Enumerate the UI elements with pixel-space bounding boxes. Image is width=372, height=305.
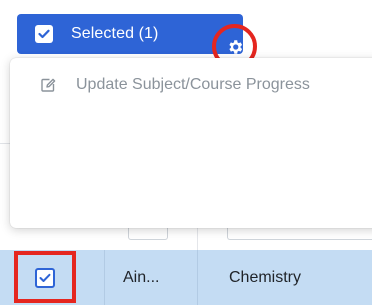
menu-item-update-progress[interactable]: Update Subject/Course Progress [40, 76, 310, 94]
student-name-cell: Ain... [123, 269, 160, 286]
check-icon [38, 29, 50, 39]
actions-menu: Update Subject/Course Progress [10, 58, 372, 228]
menu-item-label: Update Subject/Course Progress [76, 76, 310, 93]
row-checkbox[interactable] [35, 268, 55, 288]
selection-toolbar: Selected (1) [17, 14, 257, 69]
selected-count-label: Selected (1) [71, 25, 159, 42]
cell-divider [104, 250, 105, 305]
row-input-box[interactable] [227, 226, 372, 240]
check-icon [39, 273, 51, 282]
gear-icon [228, 39, 242, 54]
edit-icon [41, 78, 56, 92]
subject-cell: Chemistry [229, 269, 302, 286]
select-all-checkbox[interactable] [35, 25, 53, 43]
row-input-box[interactable] [128, 226, 168, 240]
cell-divider [197, 250, 198, 305]
